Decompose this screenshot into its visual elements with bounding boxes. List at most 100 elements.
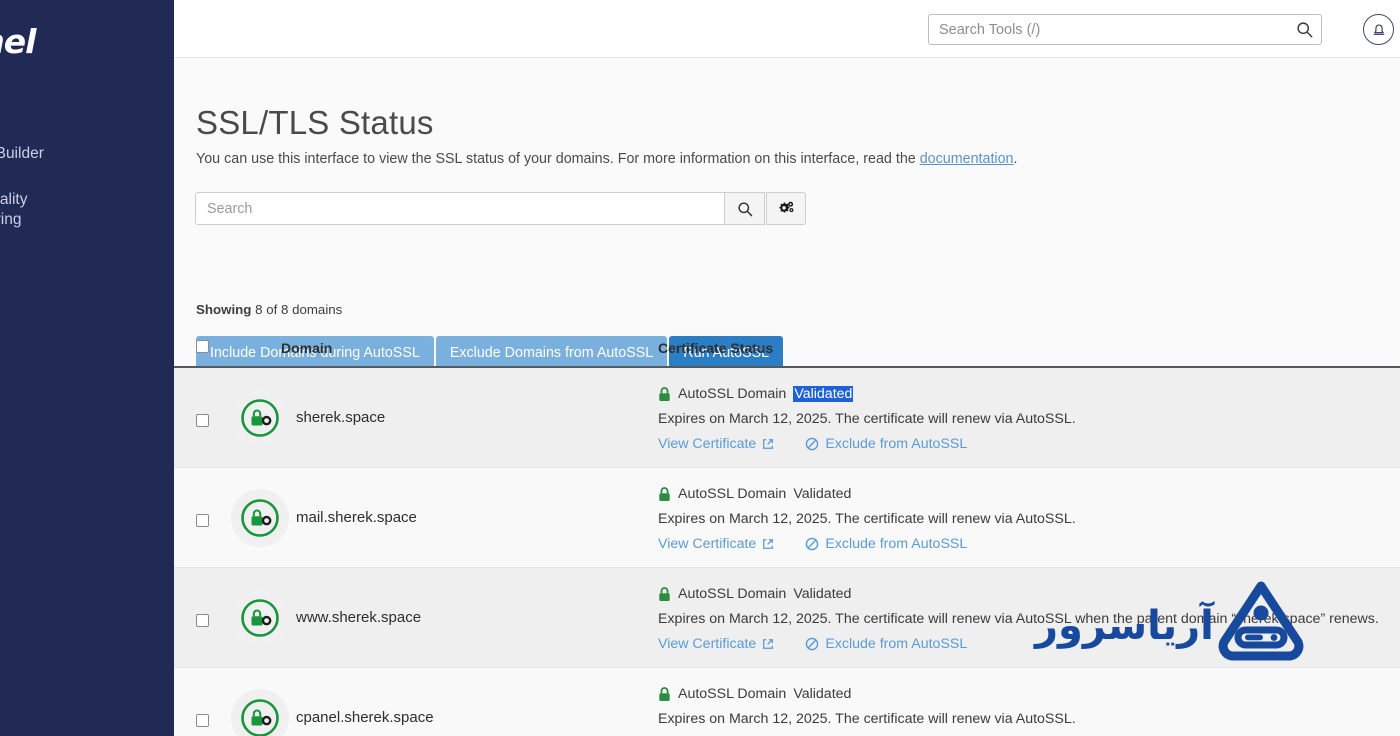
main-content: SSL/TLS Status You can use this interfac…	[174, 58, 1400, 736]
certificate-status-word: Validated	[793, 586, 852, 602]
search-input[interactable]	[195, 192, 725, 225]
ssl-validated-icon	[231, 689, 289, 736]
external-link-icon	[763, 639, 774, 649]
certificate-status-cell: AutoSSL Domain Validated Expires on Marc…	[658, 686, 1398, 736]
cpanel-logo[interactable]: anel	[0, 22, 36, 61]
gears-icon	[779, 201, 794, 213]
certificate-status-text: AutoSSL Domain	[678, 586, 787, 602]
select-all-cell	[196, 337, 209, 353]
top-bar	[174, 0, 1400, 58]
row-checkbox[interactable]	[196, 514, 209, 528]
search-icon[interactable]	[1287, 15, 1321, 44]
search-icon	[737, 201, 752, 216]
ban-icon	[806, 437, 819, 451]
notifications-bell-button[interactable]	[1363, 14, 1394, 45]
sidebar-item-tools[interactable]: ools	[0, 92, 174, 124]
certificate-status-text: AutoSSL Domain	[678, 486, 787, 502]
domain-name: cpanel.sherek.space	[296, 709, 434, 726]
certificate-status-word: Validated	[793, 686, 852, 702]
column-header-certificate-status: Certificate Status	[658, 340, 774, 356]
domain-name: www.sherek.space	[296, 609, 422, 626]
certificate-status-cell: AutoSSL Domain Validated Expires on Marc…	[658, 486, 1398, 552]
intro-text-after: .	[1013, 151, 1018, 167]
certificate-status-cell: AutoSSL Domain Validated Expires on Marc…	[658, 586, 1398, 652]
sidebar-item-label: tejet Builder	[0, 145, 44, 162]
ssl-validated-icon	[231, 489, 289, 547]
view-certificate-label: View Certificate	[658, 436, 757, 452]
bell-icon	[1373, 24, 1384, 35]
table-row: cpanel.sherek.space AutoSSL Domain Valid…	[174, 668, 1400, 736]
ban-icon	[806, 637, 819, 651]
row-select-cell	[196, 512, 209, 530]
row-select-cell	[196, 712, 209, 730]
certificate-links: View Certificate Exclude from AutoSSL	[658, 536, 1398, 552]
cpanel-ssl-tls-status-page: anel ools tejet Builder te Quality onito…	[0, 0, 1400, 736]
ban-icon	[806, 537, 819, 551]
domain-name: mail.sherek.space	[296, 509, 417, 526]
exclude-from-autossl-link[interactable]: Exclude from AutoSSL	[805, 436, 967, 452]
domain-filter-row	[195, 192, 806, 225]
view-certificate-label: View Certificate	[658, 536, 757, 552]
search-tools-input[interactable]	[929, 15, 1287, 44]
lock-icon	[659, 686, 670, 701]
certificate-status-line: AutoSSL Domain Validated	[658, 386, 1398, 402]
view-certificate-link[interactable]: View Certificate	[658, 536, 774, 552]
external-link-icon	[763, 539, 774, 549]
exclude-from-autossl-link[interactable]: Exclude from AutoSSL	[805, 636, 967, 652]
showing-value: 8 of 8 domains	[251, 302, 343, 317]
lock-icon	[659, 586, 670, 601]
table-header: Domain Certificate Status	[174, 330, 1400, 368]
search-button[interactable]	[725, 192, 765, 225]
certificate-links: View Certificate Exclude from AutoSSL	[658, 436, 1398, 452]
view-certificate-label: View Certificate	[658, 636, 757, 652]
certificate-status-cell: AutoSSL Domain Validated Expires on Marc…	[658, 386, 1398, 452]
showing-label: Showing	[196, 302, 252, 317]
showing-count: Showing 8 of 8 domains	[196, 302, 342, 317]
external-link-icon	[763, 439, 774, 449]
certificate-status-text: AutoSSL Domain	[678, 686, 787, 702]
exclude-from-autossl-label: Exclude from AutoSSL	[825, 636, 968, 652]
row-select-cell	[196, 412, 209, 430]
table-row: mail.sherek.space AutoSSL Domain Validat…	[174, 468, 1400, 568]
exclude-from-autossl-link[interactable]: Exclude from AutoSSL	[805, 536, 967, 552]
sidebar-item-sitejet-builder[interactable]: tejet Builder	[0, 138, 174, 170]
column-header-domain: Domain	[281, 340, 333, 356]
sidebar: anel ools tejet Builder te Quality onito…	[0, 0, 174, 736]
select-all-checkbox[interactable]	[196, 339, 209, 353]
row-checkbox[interactable]	[196, 614, 209, 628]
row-checkbox[interactable]	[196, 414, 209, 428]
row-checkbox[interactable]	[196, 714, 209, 728]
exclude-from-autossl-label: Exclude from AutoSSL	[825, 436, 968, 452]
row-select-cell	[196, 612, 209, 630]
certificate-expiry-text: Expires on March 12, 2025. The certifica…	[658, 511, 1076, 527]
certificate-status-line: AutoSSL Domain Validated	[658, 686, 1398, 702]
certificate-status-line: AutoSSL Domain Validated	[658, 486, 1398, 502]
exclude-from-autossl-label: Exclude from AutoSSL	[825, 536, 968, 552]
view-certificate-link[interactable]: View Certificate	[658, 436, 774, 452]
page-intro: You can use this interface to view the S…	[196, 151, 1017, 167]
sidebar-nav: ools tejet Builder te Quality onitoring	[0, 92, 174, 250]
sidebar-item-label: te Quality	[0, 191, 28, 208]
sidebar-item-label: ools	[0, 98, 174, 118]
view-certificate-link[interactable]: View Certificate	[658, 636, 774, 652]
certificate-links: View Certificate Exclude from AutoSSL	[658, 636, 1398, 652]
table-row: www.sherek.space AutoSSL Domain Validate…	[174, 568, 1400, 668]
search-tools-container	[928, 14, 1322, 45]
intro-text-before: You can use this interface to view the S…	[196, 151, 920, 167]
sidebar-item-label-line2: onitoring	[0, 211, 22, 228]
certificate-status-word: Validated	[793, 386, 854, 402]
documentation-link[interactable]: documentation	[920, 151, 1014, 167]
certificate-expiry-text: Expires on March 12, 2025. The certifica…	[658, 711, 1076, 727]
ssl-validated-icon	[231, 589, 289, 647]
domains-table: Domain Certificate Status sherek.space A…	[174, 330, 1400, 736]
table-row: sherek.space AutoSSL Domain Validated Ex…	[174, 368, 1400, 468]
certificate-expiry-text: Expires on March 12, 2025. The certifica…	[658, 611, 1379, 627]
page-title: SSL/TLS Status	[196, 104, 434, 142]
certificate-expiry-text: Expires on March 12, 2025. The certifica…	[658, 411, 1076, 427]
settings-button[interactable]	[766, 192, 806, 225]
sidebar-item-site-quality-monitoring[interactable]: te Quality onitoring	[0, 184, 174, 236]
certificate-status-text: AutoSSL Domain	[678, 386, 787, 402]
certificate-status-word: Validated	[793, 486, 852, 502]
lock-icon	[659, 486, 670, 501]
ssl-validated-icon	[231, 389, 289, 447]
